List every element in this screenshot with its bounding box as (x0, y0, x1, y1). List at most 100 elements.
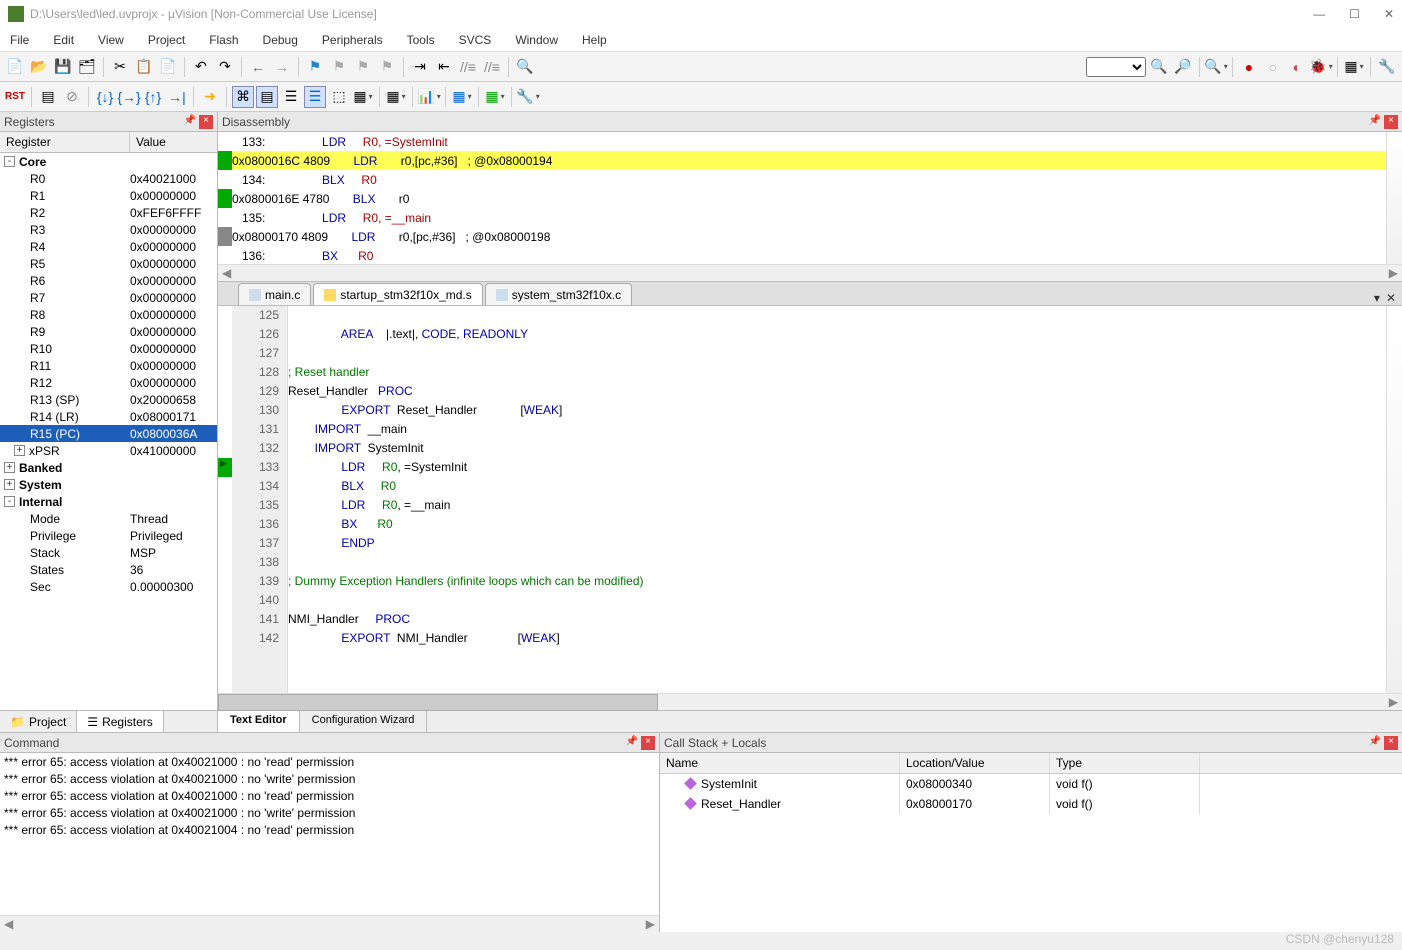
reg-row[interactable]: R20xFEF6FFFF (0, 204, 217, 221)
reg-group-core[interactable]: -Core (0, 153, 217, 170)
reg-row[interactable]: R90x00000000 (0, 323, 217, 340)
pin-icon[interactable]: 📌 (1368, 115, 1382, 129)
step-out-icon[interactable]: {↑} (142, 86, 164, 108)
pin-icon[interactable]: 📌 (183, 115, 197, 129)
reg-row[interactable]: R30x00000000 (0, 221, 217, 238)
scroll-left-icon[interactable]: ◀ (4, 917, 13, 931)
bookmark-next-icon[interactable]: ⚑ (352, 56, 374, 78)
reg-header-value[interactable]: Value (130, 132, 172, 152)
project-tab[interactable]: 📁Project (0, 711, 77, 732)
stop-icon[interactable]: ⊘ (61, 86, 83, 108)
menu-project[interactable]: Project (144, 31, 189, 49)
comment-icon[interactable]: //≡ (457, 56, 479, 78)
menu-file[interactable]: File (6, 31, 33, 49)
serial-window-icon[interactable]: 📊 (418, 86, 440, 108)
command-window-icon[interactable]: ⌘ (232, 86, 254, 108)
run-to-cursor-icon[interactable]: →| (166, 86, 188, 108)
run-icon[interactable]: ▤ (37, 86, 59, 108)
redo-icon[interactable]: ↷ (214, 56, 236, 78)
scroll-right-icon[interactable]: ▶ (646, 917, 655, 931)
reg-row[interactable]: +xPSR0x41000000 (0, 442, 217, 459)
breakpoint-kill-icon[interactable]: 🐞 (1310, 56, 1332, 78)
reg-row[interactable]: R10x00000000 (0, 187, 217, 204)
window-layout-icon[interactable]: ▦ (1343, 56, 1365, 78)
find-icon[interactable]: 🔍 (514, 56, 536, 78)
reg-row[interactable]: R120x00000000 (0, 374, 217, 391)
reg-row[interactable]: StackMSP (0, 544, 217, 561)
callstack-row[interactable]: SystemInit0x08000340void f() (660, 774, 1402, 794)
undo-icon[interactable]: ↶ (190, 56, 212, 78)
memory-window-icon[interactable]: ▦ (385, 86, 407, 108)
close-panel-icon[interactable]: × (1384, 115, 1398, 129)
find-select[interactable] (1086, 57, 1146, 77)
editor-tab[interactable]: system_stm32f10x.c (485, 283, 632, 305)
command-output[interactable]: *** error 65: access violation at 0x4002… (0, 753, 659, 915)
cs-header-type[interactable]: Type (1050, 753, 1200, 773)
step-icon[interactable]: {↓} (94, 86, 116, 108)
disassembly-window-icon[interactable]: ▤ (256, 86, 278, 108)
nav-back-icon[interactable]: ← (247, 56, 269, 78)
pin-icon[interactable]: 📌 (625, 736, 639, 750)
reg-row[interactable]: Sec0.00000300 (0, 578, 217, 595)
reg-group-banked[interactable]: +Banked (0, 459, 217, 476)
breakpoint-insert-icon[interactable]: ● (1238, 56, 1260, 78)
disasm-line[interactable]: 136: BX R0 (218, 246, 1402, 264)
text-editor-tab[interactable]: Text Editor (218, 711, 300, 732)
reg-row[interactable]: ModeThread (0, 510, 217, 527)
menu-peripherals[interactable]: Peripherals (318, 31, 387, 49)
open-file-icon[interactable]: 📂 (28, 56, 50, 78)
reg-row[interactable]: R70x00000000 (0, 289, 217, 306)
reg-header-name[interactable]: Register (0, 132, 130, 152)
disasm-line[interactable]: 134: BLX R0 (218, 170, 1402, 189)
nav-fwd-icon[interactable]: → (271, 56, 293, 78)
disasm-line[interactable]: 0x0800016C 4809 LDR r0,[pc,#36] ; @0x080… (218, 151, 1402, 170)
reg-row[interactable]: R110x00000000 (0, 357, 217, 374)
step-over-icon[interactable]: {→} (118, 86, 140, 108)
callstack-window-icon[interactable]: ⬚ (328, 86, 350, 108)
breakpoint-enable-icon[interactable]: ○ (1262, 56, 1284, 78)
disassembly-view[interactable]: 133: LDR R0, =SystemInit0x0800016C 4809 … (218, 132, 1402, 264)
reg-row[interactable]: R13 (SP)0x20000658 (0, 391, 217, 408)
scrollbar-thumb[interactable] (218, 694, 658, 711)
reg-row[interactable]: PrivilegePrivileged (0, 527, 217, 544)
debug-icon[interactable]: 🔍 (1205, 56, 1227, 78)
reg-row[interactable]: R40x00000000 (0, 238, 217, 255)
save-icon[interactable]: 💾 (52, 56, 74, 78)
scrollbar[interactable] (1386, 306, 1402, 693)
pin-icon[interactable]: 📌 (1368, 736, 1382, 750)
disasm-line[interactable]: 135: LDR R0, =__main (218, 208, 1402, 227)
reg-row[interactable]: R60x00000000 (0, 272, 217, 289)
callstack-row[interactable]: Reset_Handler0x08000170void f() (660, 794, 1402, 814)
analysis-window-icon[interactable]: ▦ (451, 86, 473, 108)
incremental-find-icon[interactable]: 🔎 (1172, 56, 1194, 78)
uncomment-icon[interactable]: //≡ (481, 56, 503, 78)
menu-flash[interactable]: Flash (205, 31, 242, 49)
disasm-line[interactable]: 0x0800016E 4780 BLX r0 (218, 189, 1402, 208)
reg-row[interactable]: R50x00000000 (0, 255, 217, 272)
menu-svcs[interactable]: SVCS (455, 31, 496, 49)
reg-row[interactable]: R00x40021000 (0, 170, 217, 187)
cut-icon[interactable]: ✂ (109, 56, 131, 78)
find-files-icon[interactable]: 🔍 (1148, 56, 1170, 78)
disasm-line[interactable]: 133: LDR R0, =SystemInit (218, 132, 1402, 151)
reg-row[interactable]: R14 (LR)0x08000171 (0, 408, 217, 425)
editor-tab[interactable]: startup_stm32f10x_md.s (313, 283, 482, 305)
close-panel-icon[interactable]: × (1384, 736, 1398, 750)
trace-window-icon[interactable]: ▦ (484, 86, 506, 108)
outdent-icon[interactable]: ⇤ (433, 56, 455, 78)
close-panel-icon[interactable]: × (199, 115, 213, 129)
cs-header-name[interactable]: Name (660, 753, 900, 773)
bookmark-prev-icon[interactable]: ⚑ (328, 56, 350, 78)
config-wizard-tab[interactable]: Configuration Wizard (300, 711, 428, 732)
breakpoint-disable-icon[interactable]: ◐ (1286, 56, 1308, 78)
watch-window-icon[interactable]: ▦ (352, 86, 374, 108)
bookmark-icon[interactable]: ⚑ (304, 56, 326, 78)
reg-group-internal[interactable]: -Internal (0, 493, 217, 510)
menu-tools[interactable]: Tools (403, 31, 439, 49)
code-editor[interactable]: 1251261271281291301311321331341351361371… (218, 306, 1402, 693)
disasm-line[interactable]: 0x08000170 4809 LDR r0,[pc,#36] ; @0x080… (218, 227, 1402, 246)
editor-tab[interactable]: main.c (238, 283, 311, 305)
close-button[interactable]: ✕ (1384, 7, 1394, 21)
reg-row[interactable]: States36 (0, 561, 217, 578)
registers-tab[interactable]: ☰Registers (77, 711, 163, 732)
